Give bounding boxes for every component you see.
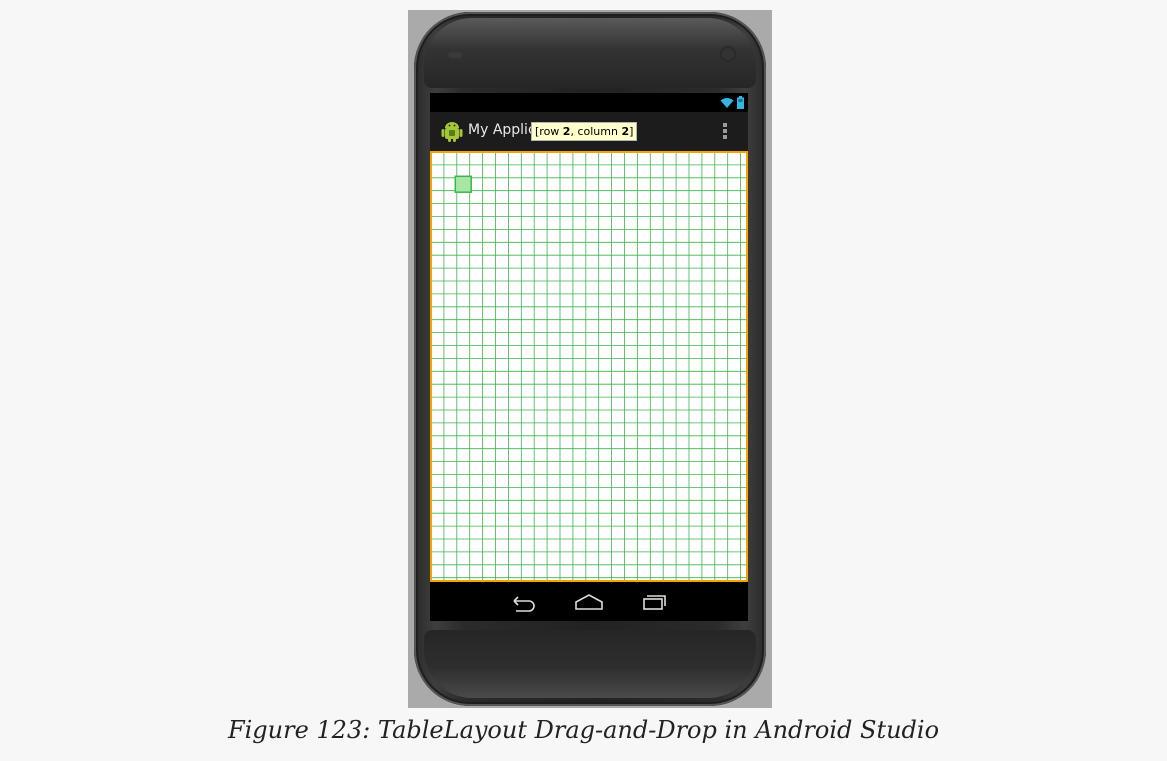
- overflow-menu-icon[interactable]: [722, 123, 728, 141]
- status-icons: [720, 94, 744, 111]
- android-app-icon[interactable]: [440, 119, 464, 143]
- app-title: My Applic: [468, 122, 536, 138]
- navigation-bar: [430, 582, 748, 621]
- action-bar: My Applic [row 2, column 2]: [430, 112, 748, 151]
- phone-bottom-bezel: [424, 630, 756, 698]
- highlighted-drop-cell: [454, 175, 472, 193]
- table-grid[interactable]: [430, 151, 748, 582]
- tooltip-middle: , column: [570, 125, 622, 138]
- tooltip-prefix: [row: [535, 125, 563, 138]
- tooltip-column-value: 2: [621, 125, 630, 138]
- camera-icon: [722, 48, 734, 60]
- tooltip-suffix: ]: [629, 125, 634, 138]
- battery-icon: [737, 96, 744, 109]
- wifi-icon: [720, 97, 734, 108]
- status-bar: [430, 93, 748, 112]
- home-icon[interactable]: [572, 592, 606, 612]
- speaker-grille: [448, 52, 462, 58]
- grid-position-tooltip: [row 2, column 2]: [531, 122, 638, 141]
- device-screen: My Applic [row 2, column 2]: [430, 93, 748, 621]
- recent-apps-icon[interactable]: [637, 592, 671, 612]
- back-icon[interactable]: [506, 592, 540, 612]
- grid-lines: [430, 151, 748, 582]
- figure-caption: Figure 123: TableLayout Drag-and-Drop in…: [227, 716, 940, 744]
- table-layout-canvas[interactable]: [430, 151, 748, 582]
- phone-top-bezel: [424, 18, 756, 88]
